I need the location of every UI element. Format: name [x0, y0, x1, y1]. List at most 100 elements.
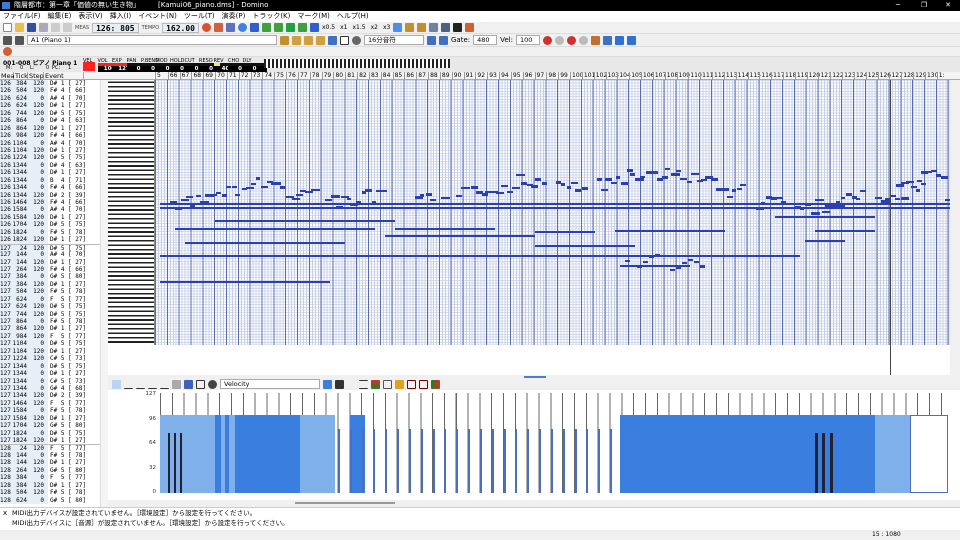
note[interactable]	[511, 186, 521, 190]
measure-number[interactable]: 84	[380, 72, 390, 80]
lock-icon[interactable]	[395, 379, 404, 389]
select-icon[interactable]	[196, 379, 205, 389]
note[interactable]	[231, 185, 238, 189]
table-row[interactable]: 127 624 0 F 5 [ 77]	[0, 295, 100, 304]
note[interactable]	[251, 182, 257, 186]
table-row[interactable]: 128 144 0 F# 5 [ 78]	[0, 451, 100, 460]
table-row[interactable]: 127 864 0 F# 5 [ 78]	[0, 318, 100, 326]
note[interactable]	[541, 182, 547, 185]
piano-roll-vscrollbar[interactable]	[950, 80, 960, 375]
note[interactable]	[825, 205, 845, 208]
measure-number[interactable]: 86	[404, 72, 414, 80]
event-list[interactable]: 126 384 120 D# 1 [ 27] 126 504 120 F# 4 [ 66] 12…	[0, 80, 100, 508]
table-row[interactable]: 126 1344 0 F# 4 [ 66]	[0, 184, 100, 192]
speed-button[interactable]: x1	[340, 24, 347, 31]
note[interactable]	[655, 254, 660, 257]
note[interactable]	[185, 242, 345, 245]
note[interactable]	[682, 261, 687, 265]
velocity-bar[interactable]	[456, 429, 459, 493]
velocity-bar[interactable]	[408, 429, 411, 493]
piano-roll-grid[interactable]	[155, 80, 950, 345]
zoom-in-icon[interactable]	[542, 35, 552, 45]
meter2-icon[interactable]	[431, 379, 440, 389]
align-icon[interactable]	[602, 35, 612, 45]
note[interactable]	[736, 187, 742, 191]
note[interactable]	[875, 196, 882, 199]
meter-hold[interactable]: HOLD 0	[170, 58, 194, 72]
greater-icon[interactable]	[359, 379, 368, 389]
hand3-icon[interactable]	[316, 35, 325, 45]
note[interactable]	[335, 206, 343, 209]
note[interactable]	[465, 186, 471, 190]
table-row[interactable]: 127 984 120 F 5 [ 77]	[0, 332, 100, 341]
measure-number[interactable]: 70	[215, 72, 225, 80]
note[interactable]	[691, 172, 699, 176]
track-props-icon[interactable]	[280, 35, 289, 45]
eject-icon[interactable]	[15, 35, 24, 45]
note[interactable]	[916, 179, 922, 183]
save-icon[interactable]	[27, 23, 36, 32]
note[interactable]	[260, 185, 269, 188]
velocity-graph[interactable]	[160, 393, 948, 493]
note[interactable]	[775, 216, 875, 219]
velocity-bar[interactable]	[539, 429, 542, 493]
speed-button[interactable]: x2	[371, 24, 378, 31]
note[interactable]	[686, 180, 692, 184]
table-row[interactable]: 127 384 0 G# 5 [ 80]	[0, 273, 100, 281]
note[interactable]	[561, 183, 566, 186]
table-row[interactable]: 127 1464 120 F 5 [ 77]	[0, 399, 100, 408]
fit2-icon[interactable]	[419, 379, 428, 389]
note[interactable]	[936, 174, 941, 177]
note[interactable]	[170, 201, 178, 204]
velocity-bar[interactable]	[349, 429, 352, 493]
velocity-bar[interactable]	[562, 429, 565, 493]
velocity-bar[interactable]	[830, 433, 833, 493]
note[interactable]	[435, 202, 442, 205]
erase-icon[interactable]	[208, 379, 217, 389]
note[interactable]	[671, 173, 681, 176]
note[interactable]	[920, 182, 927, 186]
table-row[interactable]: 126 1464 120 F# 4 [ 66]	[0, 199, 100, 207]
note[interactable]	[160, 255, 800, 258]
table-row[interactable]: 126 984 120 F# 4 [ 66]	[0, 132, 100, 140]
note[interactable]	[731, 189, 737, 192]
note[interactable]	[275, 182, 282, 185]
note[interactable]	[670, 269, 675, 272]
piano-keyboard[interactable]	[108, 80, 155, 345]
measure-number[interactable]: 85	[392, 72, 402, 80]
note[interactable]	[711, 178, 719, 181]
note[interactable]	[175, 207, 183, 210]
velocity-bar[interactable]	[491, 429, 494, 493]
velocity-bar[interactable]	[338, 429, 340, 493]
horizontal-scrollbar[interactable]	[295, 500, 960, 507]
velocity-bar[interactable]	[610, 429, 613, 493]
stamp-icon[interactable]	[335, 379, 344, 389]
table-row[interactable]: 127 264 120 F# 4 [ 66]	[0, 265, 100, 274]
s-curve-icon[interactable]	[160, 380, 169, 389]
menu-item[interactable]: 演奏(P)	[222, 11, 246, 22]
meter-vel[interactable]: VEL	[83, 58, 97, 72]
table-row[interactable]: 128 264 120 G# 5 [ 80]	[0, 466, 100, 475]
note[interactable]	[330, 195, 340, 198]
measure-number[interactable]: 72	[238, 72, 248, 80]
note[interactable]	[905, 180, 914, 183]
table-row[interactable]: 126 1824 0 F# 5 [ 78]	[0, 228, 100, 237]
vel-input[interactable]: 100	[515, 35, 540, 45]
level-icon[interactable]	[371, 379, 380, 389]
table-row[interactable]: 128 144 120 D# 1 [ 27]	[0, 459, 100, 467]
note[interactable]	[895, 184, 905, 187]
note[interactable]	[688, 259, 693, 262]
record-step-icon[interactable]	[214, 23, 223, 32]
meter-pan[interactable]: PAN 0	[126, 58, 151, 72]
note[interactable]	[215, 220, 395, 223]
menu-item[interactable]: 表示(V)	[78, 11, 102, 22]
table-row[interactable]: 127 864 120 D# 1 [ 27]	[0, 325, 100, 333]
note[interactable]	[626, 169, 633, 172]
note[interactable]	[821, 210, 830, 214]
note[interactable]	[196, 194, 201, 198]
velocity-bar[interactable]	[180, 433, 182, 493]
redo-icon[interactable]	[63, 23, 72, 32]
table-row[interactable]: 127 24 120 D# 5 [ 75]	[0, 243, 100, 252]
measure-number[interactable]: 92	[475, 72, 485, 80]
velocity-bar[interactable]	[444, 429, 447, 493]
